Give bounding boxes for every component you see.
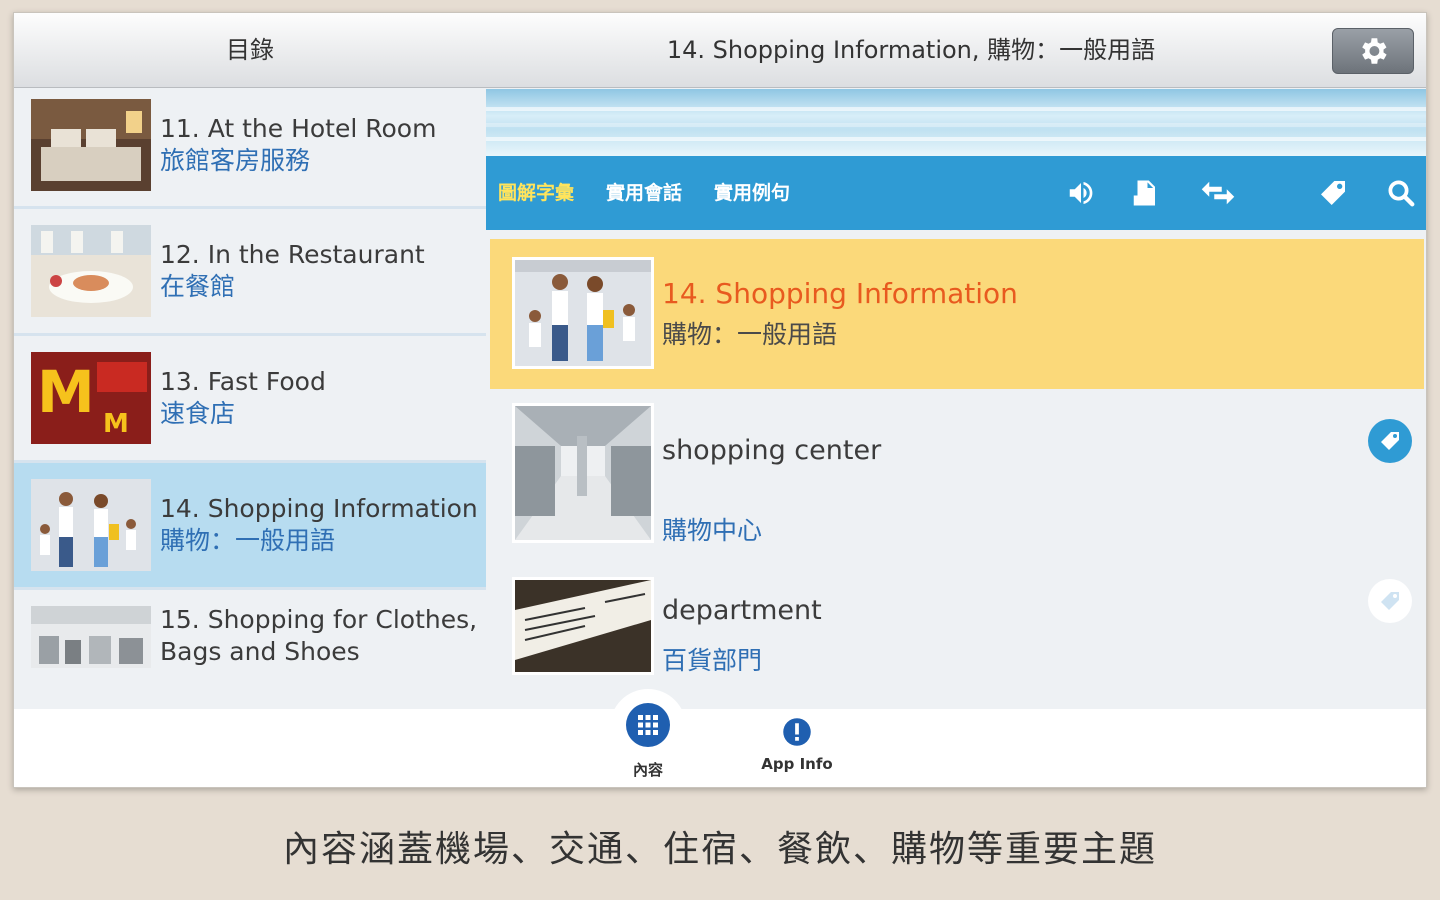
grid-icon [626,703,670,747]
clothes-store-thumbnail [31,606,151,668]
speaker-icon[interactable] [1064,176,1098,210]
lesson-toolbar: 圖解字彙 實用會話 實用例句 [486,156,1426,230]
vocab-english: shopping center [662,435,882,466]
document-icon[interactable] [1128,176,1162,210]
app-window: 目錄 14. Shopping Information, 購物：一般用語 11.… [13,12,1427,788]
tag-icon [1381,592,1399,610]
svg-text:M: M [103,409,129,439]
sidebar-item-subtitle: 購物：一般用語 [160,526,336,555]
shopping-family-thumbnail [31,479,151,571]
promo-caption: 內容涵蓋機場、交通、住宿、餐飲、購物等重要主題 [282,829,1157,870]
vocab-chinese: 百貨部門 [662,646,763,675]
page-title: 14. Shopping Information, 購物：一般用語 [666,36,1156,64]
tab-illustrated-vocabulary[interactable]: 圖解字彙 [498,156,574,230]
lesson-panel: 圖解字彙 實用會話 實用例句 14. Shopping Information … [486,89,1426,709]
sidebar-item-title-continued: Bags and Shoes [160,637,360,666]
top-bar: 目錄 14. Shopping Information, 購物：一般用語 [14,13,1426,88]
sidebar-item-hotel-room[interactable]: 11. At the Hotel Room 旅館客房服務 [14,89,486,209]
repeat-arrows-icon[interactable] [1198,176,1238,210]
restaurant-thumbnail [31,225,151,317]
vocab-english: department [662,595,822,626]
vocab-item-department[interactable]: department 百貨部門 [490,577,1424,687]
sidebar-item-title: 15. Shopping for Clothes, [160,605,478,634]
sidebar-item-fast-food[interactable]: M M 13. Fast Food 速食店 [14,336,486,463]
sidebar-item-title: 14. Shopping Information [160,494,478,523]
lesson-subtitle: 購物：一般用語 [662,320,838,349]
vocab-item-shopping-center[interactable]: shopping center 購物中心 [490,401,1424,561]
vocab-chinese: 購物中心 [662,516,763,545]
settings-button[interactable] [1332,28,1414,74]
toc-title: 目錄 [226,36,274,64]
info-alert-icon [783,718,811,746]
sidebar-item-subtitle: 旅館客房服務 [160,146,311,175]
sidebar: 11. At the Hotel Room 旅館客房服務 12. In the [14,89,486,709]
sidebar-item-subtitle: 速食店 [160,399,236,428]
bookmark-tag-button[interactable] [1368,579,1412,623]
shopping-center-image [512,403,654,543]
bottom-nav: 內容 App Info [14,689,1426,787]
sidebar-item-subtitle: 在餐館 [160,272,236,301]
tag-icon [1381,432,1399,450]
nav-content-button[interactable]: 內容 [608,701,688,780]
fast-food-thumbnail: M M [31,352,151,444]
lesson-title: 14. Shopping Information [662,277,1018,310]
nav-app-info-button[interactable]: App Info [752,717,842,773]
nav-content-label: 內容 [632,761,663,779]
gear-icon [1362,38,1387,64]
search-icon[interactable] [1384,176,1418,210]
hotel-room-thumbnail [31,99,151,191]
sidebar-item-shopping-information[interactable]: 14. Shopping Information 購物：一般用語 [14,463,486,590]
sidebar-item-title: 12. In the Restaurant [160,240,425,269]
tab-practical-sentences[interactable]: 實用例句 [714,156,790,230]
sidebar-item-restaurant[interactable]: 12. In the Restaurant 在餐館 [14,209,486,336]
svg-text:M: M [37,358,95,426]
sidebar-item-title: 11. At the Hotel Room [160,114,437,143]
tag-icon[interactable] [1316,176,1350,210]
current-lesson-card[interactable]: 14. Shopping Information 購物：一般用語 [490,239,1424,389]
department-sign-image [512,577,654,675]
sidebar-item-shopping-clothes[interactable]: 15. Shopping for Clothes, Bags and Shoes [14,590,486,709]
nav-app-info-label: App Info [761,755,833,773]
shopping-family-image [512,257,654,369]
tab-practical-conversation[interactable]: 實用會話 [606,156,682,230]
bookmark-tag-button[interactable] [1368,419,1412,463]
header-banner [486,89,1426,156]
sidebar-item-title: 13. Fast Food [160,367,326,396]
